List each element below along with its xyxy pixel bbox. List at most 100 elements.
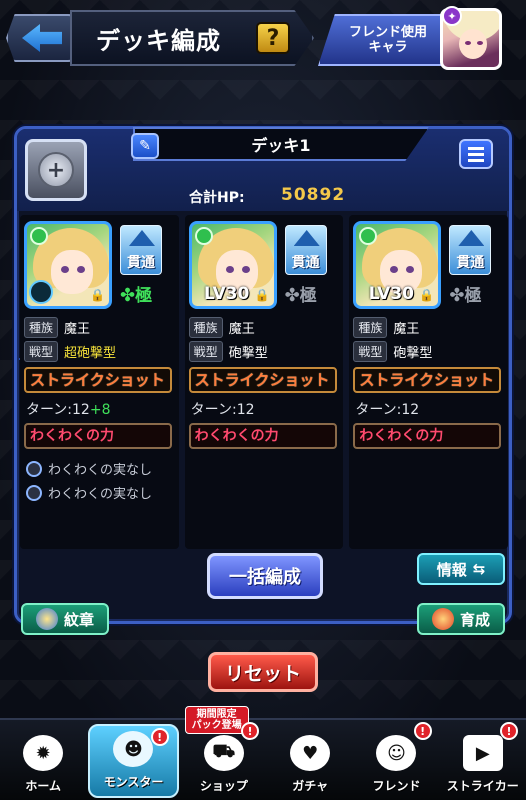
deck-panel: + デッキ1 ✎ 合計HP: 50892 🔒 貫通 ✤極 種族 魔王 戦型 超砲… xyxy=(14,126,512,635)
race-row: 種族 魔王 xyxy=(188,317,255,338)
battle-type-label: 戦型 xyxy=(188,341,223,362)
pierce-badge: 貫通 xyxy=(284,225,327,275)
help-button[interactable]: ? xyxy=(256,22,290,54)
gokuraku-label: 極 xyxy=(135,286,153,306)
portrait-eye xyxy=(61,266,69,273)
battle-type-row: 戦型 砲撃型 xyxy=(188,341,268,362)
turn-plus: +8 xyxy=(89,402,111,418)
pierce-badge: 貫通 xyxy=(120,225,162,275)
monster-portrait[interactable]: 🔒 xyxy=(24,221,112,309)
nav-striker[interactable]: ▶ ストライカー ! xyxy=(440,720,526,800)
reset-button[interactable]: リセット xyxy=(208,652,318,692)
limited-tag-line1: 期間限定 xyxy=(196,709,237,720)
limited-pack-tag: 期間限定 パック登場 xyxy=(184,706,249,734)
member-slot-1[interactable]: 🔒 貫通 ✤極 種族 魔王 戦型 超砲撃型 ストライクショット ターン:12+8… xyxy=(20,215,179,549)
soul-slot-icon xyxy=(29,280,53,304)
battle-type-value: 砲撃型 xyxy=(228,346,268,361)
race-value: 魔王 xyxy=(393,322,420,337)
avatar-face xyxy=(459,29,487,59)
total-hp-value: 50892 xyxy=(281,185,346,205)
friend-label-line1: フレンド使用 xyxy=(348,25,427,40)
member-slot-2[interactable]: LV30 🔒 貫通 ✤極 種族 魔王 戦型 砲撃型 ストライクショット ターン:… xyxy=(184,215,344,549)
clover-icon: ✤ xyxy=(284,285,300,306)
turn-count: ターン:12 xyxy=(355,399,419,419)
total-hp-label: 合計HP: xyxy=(189,190,245,206)
pierce-label: 貫通 xyxy=(127,255,155,271)
race-row: 種族 魔王 xyxy=(24,317,90,338)
friend-plate: フレンド使用 キャラ xyxy=(318,14,458,66)
lock-icon: 🔒 xyxy=(419,288,435,302)
level-label: LV30 xyxy=(368,284,414,304)
plus-icon: + xyxy=(38,152,74,188)
list-icon-line xyxy=(468,158,484,162)
nav-label: フレンド xyxy=(372,779,421,793)
deck-name: デッキ1 xyxy=(251,136,311,155)
clover-icon: ✤ xyxy=(120,285,136,306)
race-value: 魔王 xyxy=(64,322,91,337)
pencil-icon: ✎ xyxy=(139,138,151,154)
notification-badge: ! xyxy=(413,722,432,740)
fruit-slot-2[interactable]: わくわくの実なし xyxy=(26,483,152,502)
deck-name-tab: デッキ1 xyxy=(133,127,429,161)
turn-text: ターン:12 xyxy=(355,402,420,418)
nav-label: ガチャ xyxy=(292,779,329,793)
notification-badge: ! xyxy=(240,722,259,740)
monster-icon: ☻ xyxy=(113,731,154,767)
friend-label-line2: キャラ xyxy=(368,40,408,55)
portrait-eye xyxy=(225,266,234,273)
fruit-label: わくわくの実なし xyxy=(48,463,153,478)
cart-icon: ⛟ xyxy=(203,735,244,771)
strike-shot-label: ストライクショット xyxy=(353,367,502,393)
nav-label: モンスター xyxy=(103,775,164,789)
deck-members: 🔒 貫通 ✤極 種族 魔王 戦型 超砲撃型 ストライクショット ターン:12+8… xyxy=(20,215,509,549)
turn-count: ターン:12 xyxy=(191,399,255,419)
header: デッキ編成 ? フレンド使用 キャラ ✦ xyxy=(0,0,526,80)
member-slot-3[interactable]: LV30 🔒 貫通 ✤極 種族 魔王 戦型 砲撃型 ストライクショット ターン:… xyxy=(349,215,509,549)
avatar-eye xyxy=(465,41,471,45)
add-helper-slot[interactable]: + xyxy=(25,139,87,201)
emblem-label: 紋章 xyxy=(63,610,94,629)
fruit-slot-1[interactable]: わくわくの実なし xyxy=(26,459,152,478)
strike-shot-label: ストライクショット xyxy=(24,367,172,393)
deck-list-button[interactable] xyxy=(459,139,493,169)
pierce-arrow-icon xyxy=(293,230,320,246)
page-title: デッキ編成 xyxy=(96,26,221,55)
nav-monster[interactable]: ☻ モンスター ! xyxy=(88,724,179,798)
gokuraku-badge: ✤極 xyxy=(449,281,481,306)
monster-portrait[interactable]: LV30 🔒 xyxy=(353,221,442,309)
nav-friend[interactable]: ☺ フレンド ! xyxy=(353,720,439,800)
race-label: 種族 xyxy=(188,317,223,338)
emblem-icon xyxy=(35,608,58,630)
avatar-eye xyxy=(477,41,483,45)
nav-home[interactable]: ✹ ホーム xyxy=(0,720,86,800)
emblem-button[interactable]: 紋章 xyxy=(21,603,109,635)
edit-deck-name-button[interactable]: ✎ xyxy=(131,133,159,159)
wakuwaku-ability: わくわくの力 xyxy=(188,423,337,449)
wakuwaku-ability: わくわくの力 xyxy=(353,423,502,449)
friend-character-button[interactable]: フレンド使用 キャラ ✦ xyxy=(318,6,522,72)
info-button[interactable]: 情報 ⇆ xyxy=(417,553,505,585)
battle-type-value: 超砲撃型 xyxy=(64,346,117,361)
grow-button[interactable]: 育成 xyxy=(417,603,505,635)
nav-label: ストライカー xyxy=(446,779,519,793)
nav-shop[interactable]: 期間限定 パック登場 ⛟ ショップ ! xyxy=(181,706,267,800)
grow-icon xyxy=(431,608,454,630)
bulk-edit-button[interactable]: 一括編成 xyxy=(207,553,323,599)
battle-type-row: 戦型 砲撃型 xyxy=(353,341,432,362)
limited-tag-line2: パック登場 xyxy=(191,720,242,731)
pierce-arrow-icon xyxy=(129,230,155,246)
gokuraku-label: 極 xyxy=(464,286,482,306)
portrait-eye xyxy=(77,266,85,273)
wood-element-icon xyxy=(194,227,213,245)
deck-header: + デッキ1 ✎ 合計HP: 50892 xyxy=(17,127,509,211)
pierce-badge: 貫通 xyxy=(449,225,492,275)
fruit-icon xyxy=(26,484,42,501)
info-label: 情報 xyxy=(436,560,467,579)
battle-type-row: 戦型 超砲撃型 xyxy=(24,341,116,362)
turn-text: ターン:12 xyxy=(26,402,90,418)
dark-element-icon: ✦ xyxy=(442,6,462,26)
back-button[interactable] xyxy=(6,14,78,62)
nav-label: ホーム xyxy=(25,779,61,793)
nav-gacha[interactable]: ♥ ガチャ xyxy=(267,720,353,800)
monster-portrait[interactable]: LV30 🔒 xyxy=(188,221,277,309)
